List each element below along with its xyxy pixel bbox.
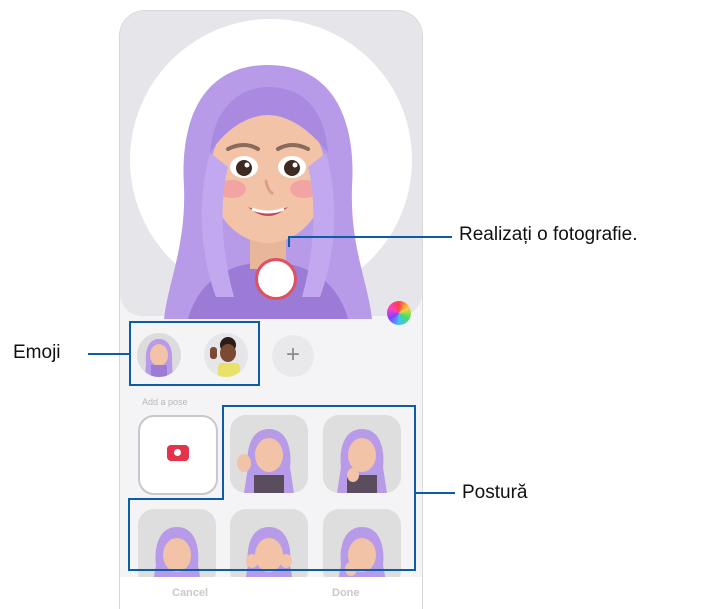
pose-callout-outline	[128, 405, 455, 571]
pose-callout-label: Postură	[462, 482, 528, 503]
